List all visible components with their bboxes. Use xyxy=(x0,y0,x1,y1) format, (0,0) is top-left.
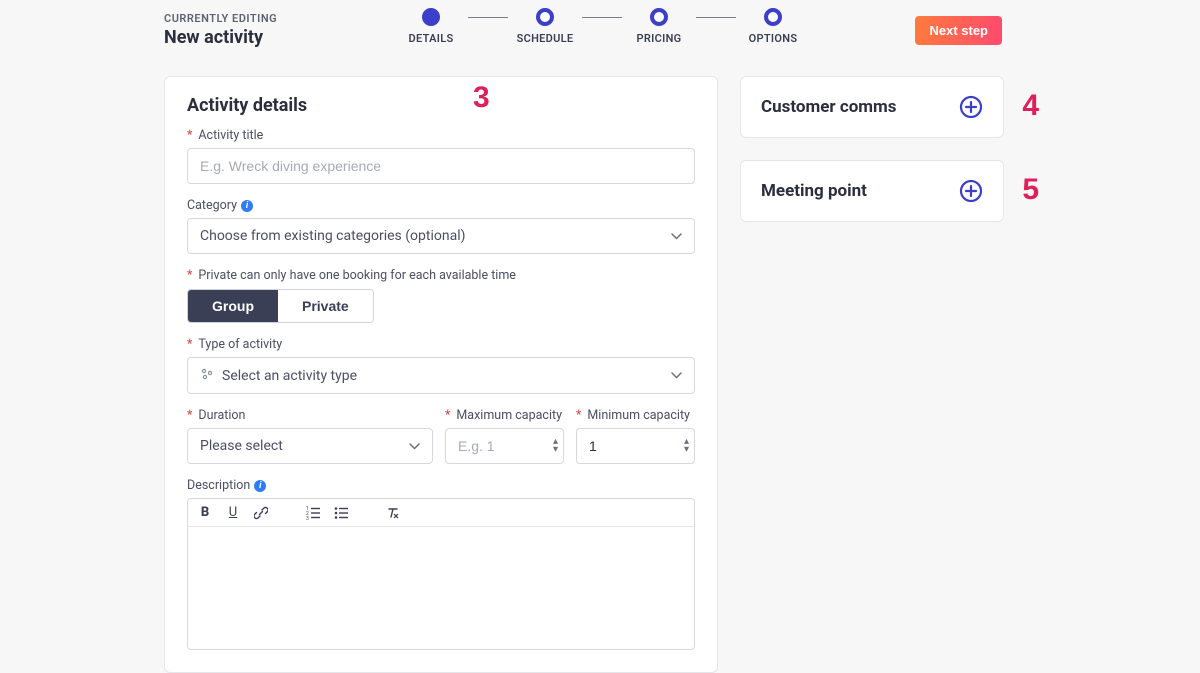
label-description: Description i xyxy=(187,478,695,493)
side-card-title: Customer comms xyxy=(761,97,897,117)
section-title: Activity details xyxy=(187,95,695,116)
step-separator xyxy=(468,17,508,18)
min-capacity-input[interactable] xyxy=(576,428,695,464)
required-icon: * xyxy=(187,268,192,283)
step-options[interactable]: OPTIONS xyxy=(736,8,810,45)
editing-block: CURRENTLY EDITING New activity xyxy=(164,8,394,48)
editor-toolbar: B U 1 2 3 xyxy=(188,499,694,527)
step-label: SCHEDULE xyxy=(517,32,574,45)
field-activity-title: * Activity title xyxy=(187,128,695,184)
label-text: Type of activity xyxy=(198,337,282,352)
annotation-4: 4 xyxy=(1022,89,1039,123)
chevron-down-icon xyxy=(409,443,420,450)
editing-label: CURRENTLY EDITING xyxy=(164,12,394,25)
toggle-group[interactable]: Group xyxy=(188,290,278,322)
editing-title: New activity xyxy=(164,27,394,48)
annotation-3: 3 xyxy=(473,81,490,115)
activity-type-icon xyxy=(200,367,214,384)
label-text: Minimum capacity xyxy=(587,408,690,423)
section-title-text: Activity details xyxy=(187,95,307,116)
select-placeholder: Choose from existing categories (optiona… xyxy=(200,228,465,244)
max-capacity-input[interactable] xyxy=(445,428,564,464)
description-editor: B U 1 2 3 xyxy=(187,498,695,650)
label-activity-type: * Type of activity xyxy=(187,337,695,352)
field-category: Category i Choose from existing categori… xyxy=(187,198,695,254)
plus-circle-icon xyxy=(959,95,983,119)
activity-title-input[interactable] xyxy=(187,148,695,184)
side-column: Customer comms 4 Meeting point 5 xyxy=(740,76,1004,673)
step-dot-icon xyxy=(422,8,440,26)
required-icon: * xyxy=(576,408,581,423)
field-max-capacity: * Maximum capacity ▴▾ xyxy=(445,408,564,464)
label-text: Duration xyxy=(198,408,245,423)
booking-type-toggle: Group Private xyxy=(187,289,374,323)
ordered-list-button[interactable]: 1 2 3 xyxy=(306,506,320,520)
plus-circle-icon xyxy=(959,179,983,203)
bold-button[interactable]: B xyxy=(198,505,212,520)
field-description: Description i B U 1 2 xyxy=(187,478,695,650)
label-category: Category i xyxy=(187,198,695,213)
label-min-capacity: * Minimum capacity xyxy=(576,408,695,423)
label-text: Private can only have one booking for ea… xyxy=(198,268,516,283)
label-text: Category xyxy=(187,198,237,213)
side-card-title: Meeting point xyxy=(761,181,867,201)
field-activity-type: * Type of activity Select an activity ty… xyxy=(187,337,695,394)
step-pricing[interactable]: PRICING xyxy=(622,8,696,45)
chevron-down-icon xyxy=(671,233,682,240)
activity-type-select[interactable]: Select an activity type xyxy=(187,357,695,394)
clear-format-button[interactable] xyxy=(386,506,400,520)
label-duration: * Duration xyxy=(187,408,433,423)
required-icon: * xyxy=(445,408,450,423)
label-text: Activity title xyxy=(198,128,263,143)
label-booking-note: * Private can only have one booking for … xyxy=(187,268,695,283)
content-row: 3 Activity details * Activity title Cate… xyxy=(0,58,1200,673)
step-separator xyxy=(582,17,622,18)
step-label: OPTIONS xyxy=(749,32,798,45)
label-max-capacity: * Maximum capacity xyxy=(445,408,564,423)
customer-comms-card[interactable]: Customer comms 4 xyxy=(740,76,1004,138)
label-activity-title: * Activity title xyxy=(187,128,695,143)
unordered-list-button[interactable] xyxy=(334,506,348,520)
stepper-buttons-icon[interactable]: ▴▾ xyxy=(553,438,558,454)
step-label: PRICING xyxy=(637,32,682,45)
annotation-5: 5 xyxy=(1022,173,1039,207)
page-header: CURRENTLY EDITING New activity DETAILS S… xyxy=(0,8,1200,58)
step-details[interactable]: DETAILS xyxy=(394,8,468,45)
field-min-capacity: * Minimum capacity ▴▾ xyxy=(576,408,695,464)
step-label: DETAILS xyxy=(409,32,454,45)
step-schedule[interactable]: SCHEDULE xyxy=(508,8,582,45)
required-icon: * xyxy=(187,128,192,143)
category-select[interactable]: Choose from existing categories (optiona… xyxy=(187,218,695,254)
required-icon: * xyxy=(187,337,192,352)
info-icon[interactable]: i xyxy=(254,480,266,492)
description-textarea[interactable] xyxy=(188,527,694,649)
label-text: Description xyxy=(187,478,250,493)
duration-select[interactable]: Please select xyxy=(187,428,433,464)
select-placeholder: Please select xyxy=(200,438,283,454)
field-duration: * Duration Please select xyxy=(187,408,433,464)
select-placeholder: Select an activity type xyxy=(222,368,357,384)
label-text: Maximum capacity xyxy=(456,408,562,423)
step-dot-icon xyxy=(650,8,668,26)
info-icon[interactable]: i xyxy=(241,200,253,212)
step-dot-icon xyxy=(764,8,782,26)
stepper-buttons-icon[interactable]: ▴▾ xyxy=(684,438,689,454)
stepper: DETAILS SCHEDULE PRICING OPTIONS xyxy=(394,8,810,45)
activity-details-card: 3 Activity details * Activity title Cate… xyxy=(164,76,718,673)
capacity-row: * Duration Please select * Maximum capac… xyxy=(187,408,695,478)
required-icon: * xyxy=(187,408,192,423)
chevron-down-icon xyxy=(671,372,682,379)
toggle-private[interactable]: Private xyxy=(278,290,373,322)
step-separator xyxy=(696,17,736,18)
meeting-point-card[interactable]: Meeting point 5 xyxy=(740,160,1004,222)
svg-text:3: 3 xyxy=(306,516,309,520)
link-button[interactable] xyxy=(254,506,268,520)
underline-button[interactable]: U xyxy=(226,505,240,520)
next-step-button[interactable]: Next step xyxy=(915,16,1002,45)
step-dot-icon xyxy=(536,8,554,26)
